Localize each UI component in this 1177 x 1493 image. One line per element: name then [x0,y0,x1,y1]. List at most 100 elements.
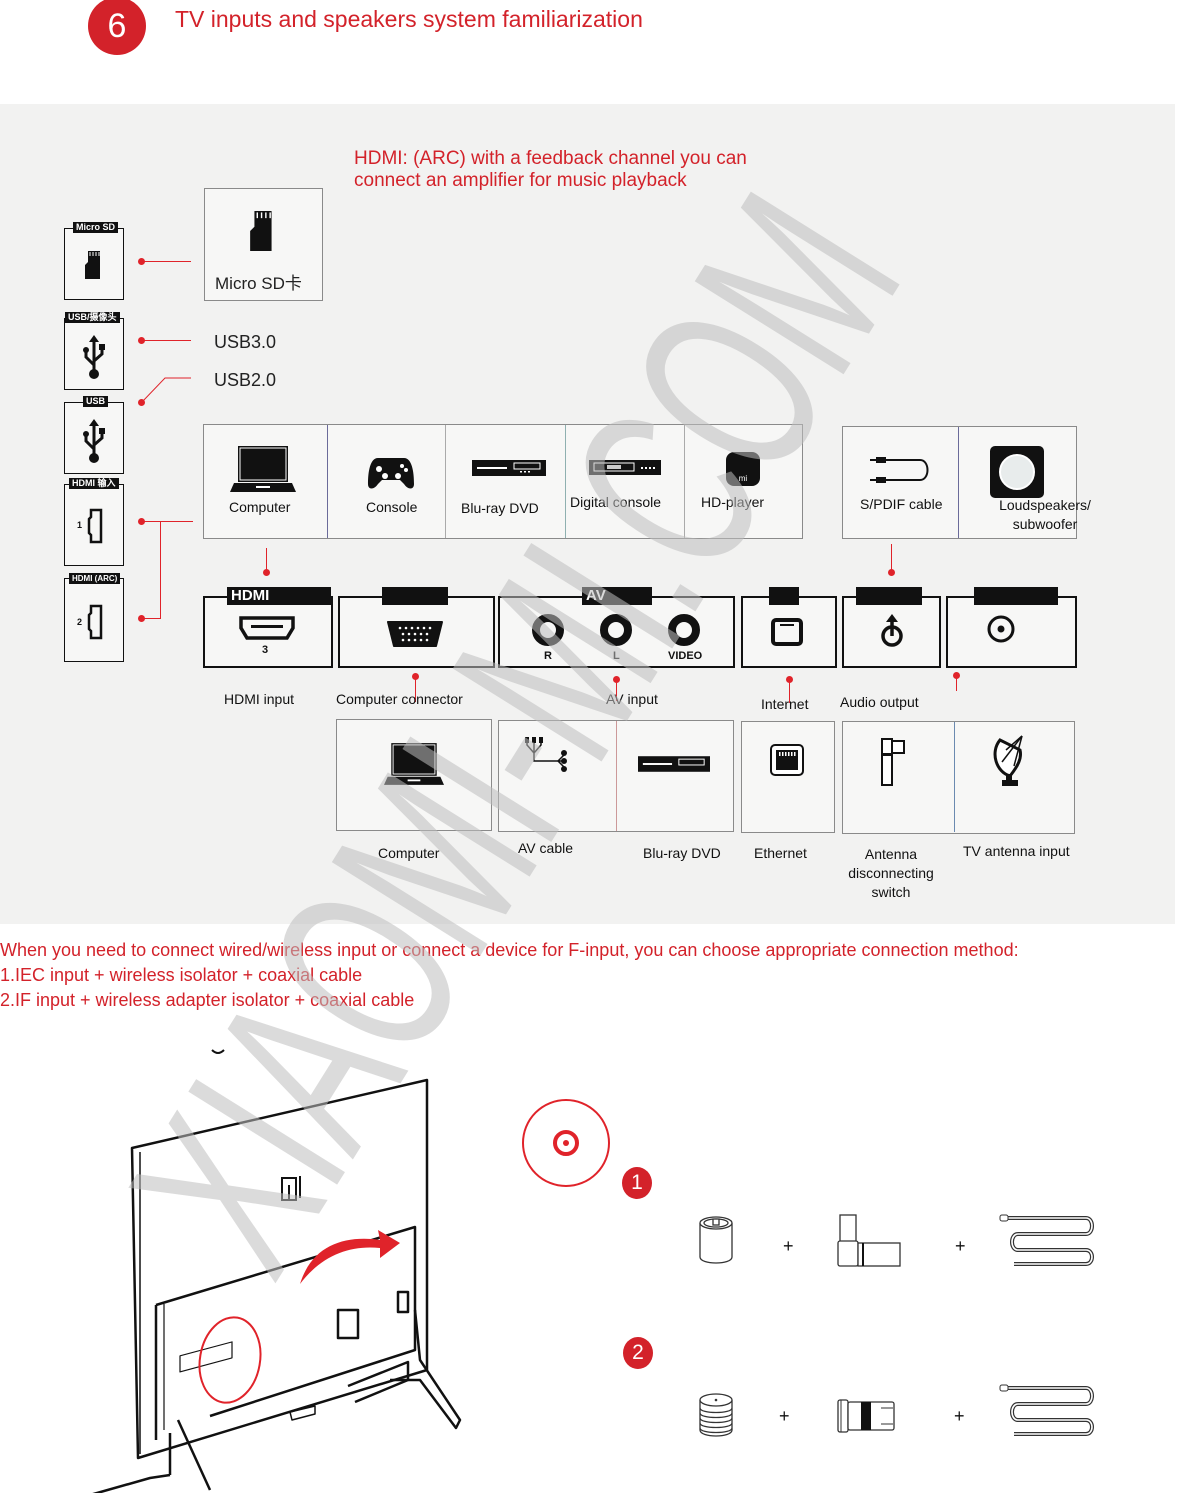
port-tab [856,587,922,605]
device-label: Computer [378,845,440,861]
device-label: Blu-ray DVD [643,845,721,861]
plus-sign: + [955,1236,966,1256]
step-number-badge: 6 [88,0,146,55]
vga-port-icon [387,621,443,647]
av-jack-label: R [544,650,552,662]
f-connector-icon [699,1393,733,1437]
av-jack-label: L [613,650,620,662]
gamepad-icon [368,458,414,489]
port-label-audio-output: Audio output [840,694,919,710]
port-ethernet [741,587,837,668]
side-port-tab: USB [83,396,109,407]
device-label: Antenna disconnecting switch [848,846,934,900]
device-label: Ethernet [754,845,807,861]
usb2-label: USB2.0 [214,370,277,390]
port-number: 3 [262,644,269,656]
connector-line [266,548,267,571]
side-port-usb3: USB/摄像头 [64,312,124,390]
divider [954,722,955,832]
connector-line [956,675,957,691]
page-title: TV inputs and speakers system familiariz… [175,6,643,32]
port-tab [769,587,799,605]
port-tab [382,587,448,605]
av-jack-label: VIDEO [668,650,703,662]
side-port-tab: Micro SD [73,222,119,233]
rca-jack-icon [600,614,632,646]
connector-line [141,340,191,341]
side-port-tab: HDMI 输入 [69,478,119,489]
plus-sign: + [779,1406,790,1426]
bottom-device-box [741,721,835,833]
coax-port-callout [522,1099,610,1187]
port-tab [974,587,1058,605]
plus-sign: + [783,1236,794,1256]
micro-sd-icon [85,251,100,279]
port-hdmi-3: HDMI 3 [203,587,333,668]
divider [684,425,685,538]
port-label-av-input: AV input [606,691,658,707]
port-audio-output [842,587,941,668]
side-port-tab: HDMI (ARC) [69,573,121,584]
usb3-label: USB3.0 [214,332,277,352]
port-vga [338,587,495,668]
divider [327,425,328,538]
instructions-method-2: 2.IF input + wireless adapter isolator +… [0,990,415,1010]
coaxial-cable-icon [999,1384,1094,1436]
ethernet-port-icon [771,618,803,646]
port-label-computer-connector: Computer connector [336,691,463,707]
laptop-icon [230,446,296,492]
instructions-intro: When you need to connect wired/wireless … [0,940,1019,960]
device-label: Loudspeakers/ subwoofer [999,497,1091,532]
device-label: HD-player [701,494,765,510]
side-port-micro-sd: Micro SD [64,222,124,300]
connector-dot [263,569,270,576]
side-port-hdmi-arc: HDMI (ARC) 2 [64,573,124,662]
bottom-device-box [842,721,1075,834]
method-2-badge: 2 [623,1337,653,1369]
rca-cable-icon [525,737,567,772]
antenna-switch-icon [881,738,905,786]
plus-sign: + [954,1406,965,1426]
device-label: AV cable [518,840,573,856]
device-label: Blu-ray DVD [461,500,539,516]
coax-port-icon [987,615,1015,643]
micro-sd-icon [250,211,272,251]
port-tab: AV [582,587,652,605]
hdmi-port-icon [87,508,103,544]
connector-line [891,544,892,570]
spdif-cable-icon [870,457,929,483]
device-label: S/PDIF cable [860,496,943,512]
port-label-hdmi-input: HDMI input [224,691,295,707]
port-number: 2 [77,617,83,627]
satellite-dish-icon [993,735,1023,786]
divider [958,427,959,538]
side-port-hdmi-1: HDMI 输入 1 [64,478,124,566]
divider [616,721,617,831]
speaker-icon [990,446,1044,498]
port-antenna [946,587,1077,668]
svg-text:mi: mi [739,474,748,483]
iec-connector-icon [699,1216,733,1264]
connector-line [141,261,191,262]
connection-diagram: HDMI: (ARC) with a feedback channel you … [0,104,1175,924]
instructions-method-1: 1.IEC input + wireless isolator + coaxia… [0,965,363,985]
divider [445,425,446,538]
usb-icon [83,335,105,379]
connector-line [141,618,161,619]
port-av: AV R L VIDEO [498,587,735,668]
connector-line [160,521,161,619]
connector-dot [888,569,895,576]
divider [565,425,566,538]
tv-back-illustration [92,1049,462,1493]
laptop-icon [384,743,444,785]
arc-note: HDMI: (ARC) with a feedback channel you … [354,148,747,191]
optical-port-icon [881,614,903,647]
hdmi-port-icon [87,604,103,640]
connector-line [141,377,191,403]
device-label: Digital console [570,494,662,510]
method-1-badge: 1 [622,1167,652,1199]
adapter-isolator-icon [837,1399,895,1433]
side-port-tab: USB/摄像头 [65,312,120,323]
set-top-box-icon [589,460,661,475]
micro-sd-card-box: Micro SD卡 [204,188,323,301]
